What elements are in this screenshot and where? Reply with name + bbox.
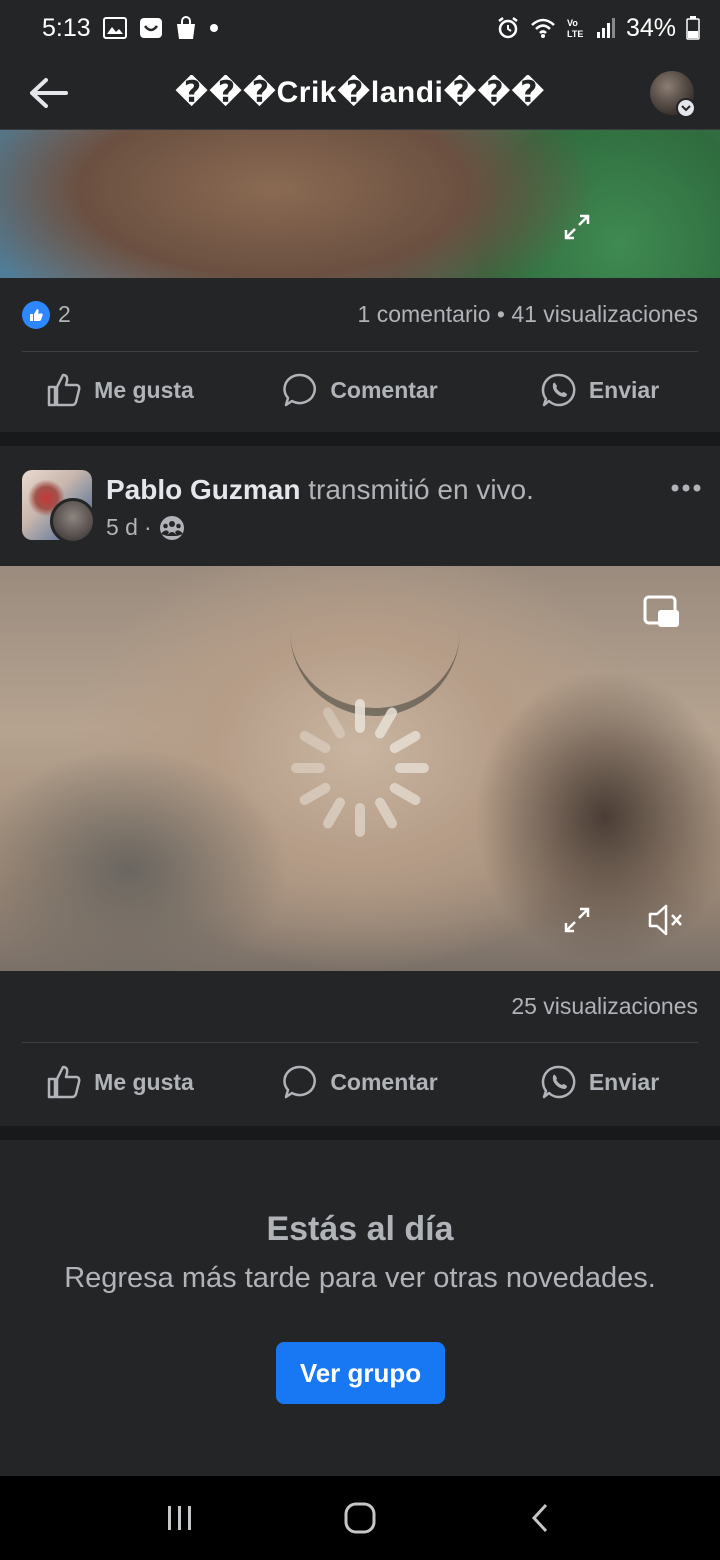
caught-up-title: Estás al día — [266, 1210, 454, 1248]
post-card: 2 1 comentario • 41 visualizaciones Me g… — [0, 130, 720, 432]
whatsapp-icon — [541, 373, 576, 407]
comment-icon — [283, 1065, 317, 1099]
fullscreen-button[interactable] — [557, 900, 597, 940]
status-bar: 5:13 Vo LTE 34% — [0, 0, 720, 56]
recents-icon — [168, 1506, 191, 1530]
post-actions: Me gusta Comentar Enviar — [0, 1044, 720, 1120]
home-button[interactable] — [330, 1488, 390, 1548]
status-time: 5:13 — [42, 13, 91, 42]
dot-icon — [209, 23, 219, 33]
comment-button[interactable]: Comentar — [240, 1064, 480, 1100]
post-actions: Me gusta Comentar Enviar — [0, 352, 720, 428]
caught-up-subtitle: Regresa más tarde para ver otras novedad… — [64, 1262, 656, 1294]
like-button[interactable]: Me gusta — [0, 372, 240, 408]
post-title: Pablo Guzman transmitió en vivo. — [106, 470, 534, 510]
like-reaction-icon[interactable] — [22, 300, 50, 329]
volte-icon: Vo LTE — [566, 17, 586, 39]
send-label: Enviar — [588, 376, 660, 403]
views-count[interactable]: 25 visualizaciones — [22, 971, 698, 1043]
chevron-down-icon — [676, 97, 696, 118]
profile-avatar-button[interactable] — [624, 56, 720, 130]
like-label: Me gusta — [94, 376, 194, 403]
feed-end-card: Estás al día Regresa más tarde para ver … — [0, 1140, 720, 1476]
expand-icon — [564, 214, 590, 240]
wifi-icon — [530, 17, 556, 39]
picture-in-picture-button[interactable] — [642, 592, 682, 632]
volume-muted-icon — [648, 904, 682, 936]
live-video[interactable] — [0, 566, 720, 971]
comment-icon — [283, 373, 317, 407]
comment-button[interactable]: Comentar — [240, 372, 480, 408]
back-arrow-icon — [30, 77, 68, 108]
signal-icon — [596, 17, 616, 39]
more-options-button[interactable] — [670, 472, 702, 500]
like-label: Me gusta — [94, 1068, 194, 1095]
more-icon — [671, 484, 701, 492]
back-nav-button[interactable] — [510, 1488, 570, 1548]
mute-button[interactable] — [646, 900, 686, 940]
post-header: Pablo Guzman transmitió en vivo. 5 d · — [22, 470, 702, 544]
svg-text:Vo: Vo — [567, 18, 578, 28]
post-card: Pablo Guzman transmitió en vivo. 5 d · 2… — [0, 446, 720, 1126]
alarm-icon — [496, 16, 520, 40]
send-button[interactable]: Enviar — [480, 1064, 720, 1100]
thumbs-up-icon — [47, 1065, 81, 1099]
thumbs-up-icon — [47, 373, 81, 407]
author-name[interactable]: Pablo Guzman — [106, 474, 300, 505]
post-meta: 5 d · — [106, 514, 186, 541]
group-privacy-icon — [159, 515, 184, 540]
battery-icon — [686, 16, 700, 40]
pip-icon — [643, 595, 679, 627]
whatsapp-icon — [541, 1065, 576, 1099]
messenger-icon — [139, 16, 163, 40]
video-frame — [290, 566, 460, 716]
chevron-left-icon — [531, 1503, 548, 1533]
avatar[interactable] — [50, 498, 96, 544]
reactions-row: 2 1 comentario • 41 visualizaciones — [22, 278, 698, 352]
send-button[interactable]: Enviar — [480, 372, 720, 408]
meta-separator: · — [143, 514, 152, 540]
post-stats[interactable]: 1 comentario • 41 visualizaciones — [358, 301, 698, 328]
comment-label: Comentar — [330, 1068, 438, 1095]
post-action-text: transmitió en vivo. — [308, 474, 534, 505]
shopping-bag-icon — [175, 16, 197, 40]
gallery-icon — [102, 17, 127, 39]
group-title: ���Crik�landi��� — [174, 76, 546, 109]
loading-spinner-icon — [291, 699, 429, 837]
post-video[interactable] — [0, 130, 720, 278]
comment-label: Comentar — [330, 376, 438, 403]
view-group-button[interactable]: Ver grupo — [276, 1342, 445, 1404]
svg-text:LTE: LTE — [567, 29, 583, 39]
battery-percent: 34% — [625, 13, 676, 42]
fullscreen-button[interactable] — [557, 207, 597, 247]
app-bar: ���Crik�landi��� — [0, 56, 720, 130]
send-label: Enviar — [588, 1068, 660, 1095]
system-nav-bar — [0, 1476, 720, 1560]
post-time[interactable]: 5 d — [106, 514, 138, 541]
back-button[interactable] — [0, 56, 96, 130]
expand-icon — [564, 907, 590, 933]
like-button[interactable]: Me gusta — [0, 1064, 240, 1100]
reaction-count[interactable]: 2 — [58, 301, 71, 328]
recent-apps-button[interactable] — [150, 1488, 210, 1548]
home-icon — [344, 1502, 376, 1534]
